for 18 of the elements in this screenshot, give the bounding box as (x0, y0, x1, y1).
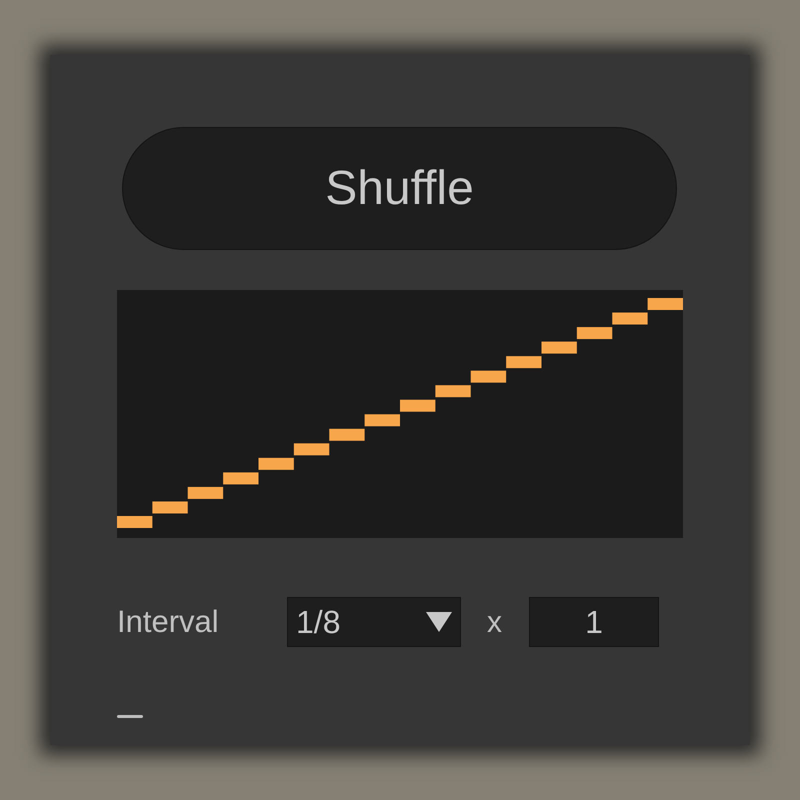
step-bar (576, 327, 612, 340)
dropdown-arrow-icon (426, 612, 452, 632)
shuffle-button[interactable]: Shuffle (122, 127, 677, 250)
step-bar (223, 472, 258, 484)
interval-dropdown[interactable]: 1/8 (287, 597, 461, 647)
step-bar (400, 400, 436, 412)
step-bar (435, 385, 471, 398)
step-bar (542, 342, 577, 354)
step-bar (117, 516, 152, 528)
multiply-sign: x (487, 604, 503, 640)
step-bar (470, 370, 506, 383)
step-bar (258, 458, 294, 470)
step-bar (648, 298, 683, 310)
step-bar (506, 356, 542, 368)
interval-label: Interval (117, 602, 220, 641)
multiplier-field[interactable]: 1 (529, 597, 659, 647)
step-bar (612, 312, 648, 325)
step-bar (364, 414, 400, 426)
